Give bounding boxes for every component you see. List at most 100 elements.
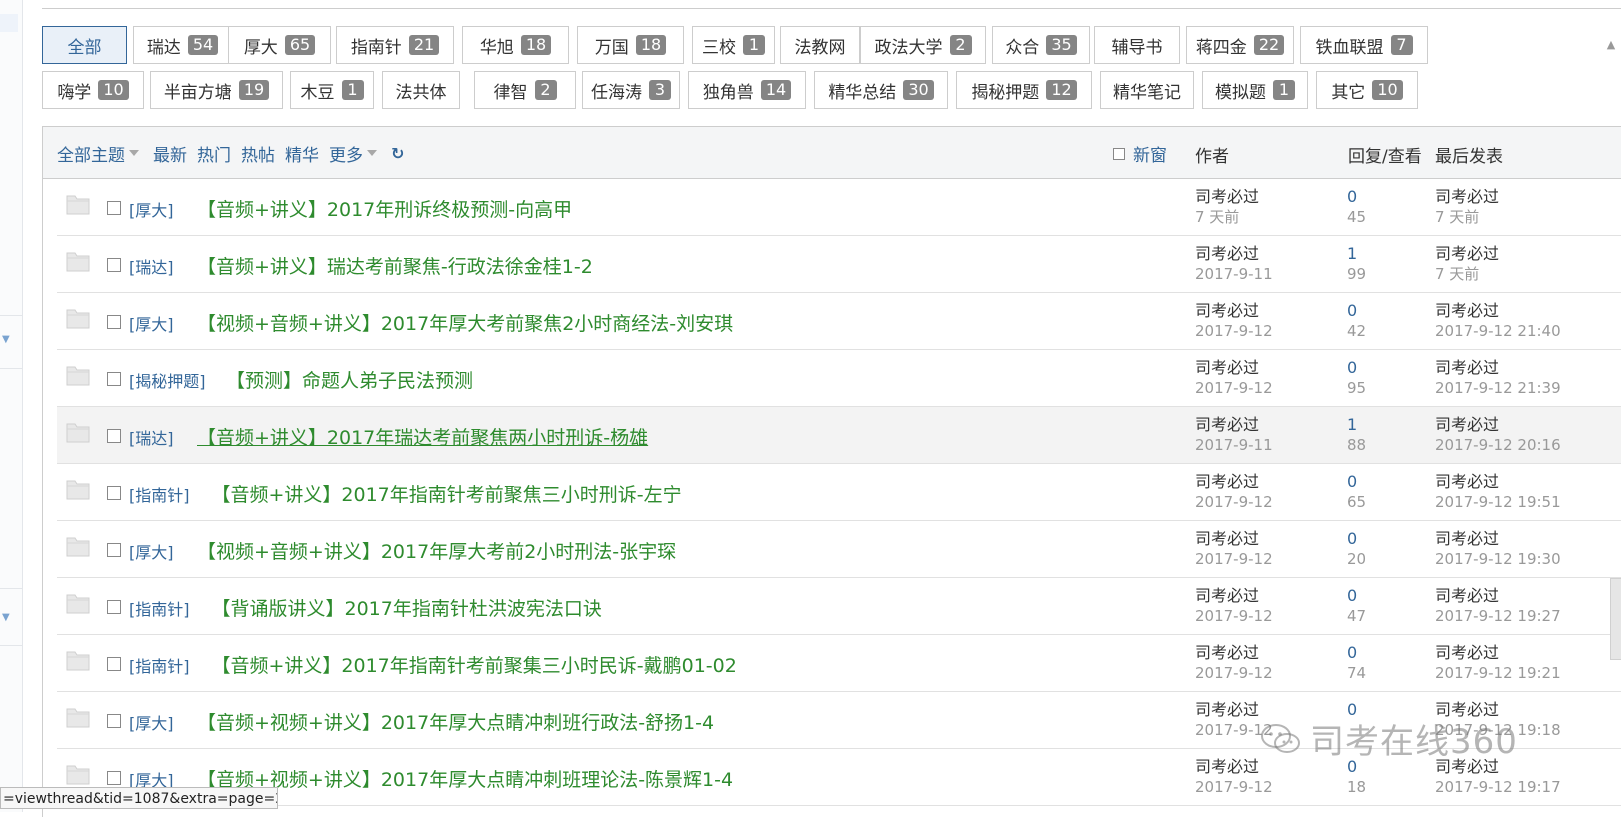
thread-select-checkbox[interactable] — [107, 315, 121, 329]
filter-tag[interactable]: 半亩方塘 19 — [150, 71, 283, 109]
filter-tag[interactable]: 模拟题 1 — [1202, 71, 1308, 109]
last-poster-link[interactable]: 司考必过 — [1435, 643, 1499, 662]
filter-tag[interactable]: 政法大学 2 — [860, 26, 986, 64]
thread-category-link[interactable]: [瑞达] — [129, 425, 174, 449]
thread-row[interactable]: [厚大] 【音频+讲义】2017年刑诉终极预测-向高甲 司考必过 7 天前 0 45 司考必… — [57, 179, 1621, 236]
scroll-up-icon[interactable]: ▲ — [1601, 38, 1621, 51]
reply-count-link[interactable]: 0 — [1347, 586, 1366, 606]
new-window-toggle[interactable]: 新窗 — [1113, 141, 1167, 166]
thread-category-link[interactable]: [指南针] — [129, 482, 190, 506]
last-poster-link[interactable]: 司考必过 — [1435, 415, 1499, 434]
thread-row[interactable]: [厚大] 【视频+音频+讲义】2017年厚大考前2小时刑法-张宇琛 司考必过 2017… — [57, 521, 1621, 578]
folder-icon[interactable] — [65, 362, 91, 388]
folder-icon[interactable] — [65, 305, 91, 331]
thread-select-checkbox[interactable] — [107, 372, 121, 386]
author-name-link[interactable]: 司考必过 — [1195, 586, 1259, 605]
last-post-time[interactable]: 2017-9-12 19:17 — [1435, 777, 1561, 797]
author-name-link[interactable]: 司考必过 — [1195, 415, 1259, 434]
scrollbar-thumb[interactable] — [1610, 578, 1621, 660]
filter-tag[interactable]: 揭秘押题 12 — [956, 71, 1092, 109]
folder-icon[interactable] — [65, 248, 91, 274]
author-name-link[interactable]: 司考必过 — [1195, 757, 1259, 776]
thread-title-link[interactable]: 【音频+讲义】2017年指南针考前聚焦三小时刑诉-左宁 — [212, 480, 682, 507]
thread-title-link[interactable]: 【音频+讲义】2017年瑞达考前聚焦两小时刑诉-杨雄 — [197, 423, 648, 450]
last-post-time[interactable]: 2017-9-12 19:27 — [1435, 606, 1561, 626]
new-window-checkbox[interactable] — [1113, 147, 1125, 160]
filter-tag[interactable]: 木豆 1 — [290, 71, 374, 109]
folder-icon[interactable] — [65, 761, 91, 787]
last-post-time[interactable]: 7 天前 — [1435, 264, 1499, 284]
thread-category-link[interactable]: [厚大] — [129, 197, 174, 221]
folder-icon[interactable] — [65, 590, 91, 616]
thread-select-checkbox[interactable] — [107, 714, 121, 728]
thread-row[interactable]: [瑞达] 【音频+讲义】瑞达考前聚焦-行政法徐金桂1-2 司考必过 2017-9-11… — [57, 236, 1621, 293]
thread-row[interactable]: [指南针] 【音频+讲义】2017年指南针考前聚集三小时民诉-戴鹏01-02 司考必… — [57, 635, 1621, 692]
thread-category-link[interactable]: [指南针] — [129, 596, 190, 620]
thread-title-link[interactable]: 【音频+讲义】2017年刑诉终极预测-向高甲 — [197, 195, 572, 222]
reply-count-link[interactable]: 1 — [1347, 415, 1366, 435]
filter-tag[interactable]: 全部 — [42, 26, 127, 64]
chevron-down-icon[interactable] — [129, 149, 139, 156]
thread-category-link[interactable]: [揭秘押题] — [129, 368, 206, 392]
thread-title-link[interactable]: 【背诵版讲义】2017年指南针杜洪波宪法口诀 — [212, 594, 602, 621]
reply-count-link[interactable]: 0 — [1347, 472, 1366, 492]
thread-title-link[interactable]: 【音频+视频+讲义】2017年厚大点睛冲刺班行政法-舒扬1-4 — [197, 708, 714, 735]
filter-tag[interactable]: 律智 2 — [474, 71, 576, 109]
sort-hot-link[interactable]: 热门 — [197, 141, 231, 166]
filter-tag[interactable]: 指南针 21 — [336, 26, 454, 64]
filter-tag[interactable]: 三校 1 — [692, 26, 775, 64]
author-name-link[interactable]: 司考必过 — [1195, 529, 1259, 548]
filter-tag[interactable]: 精华笔记 — [1100, 71, 1194, 109]
folder-icon[interactable] — [65, 704, 91, 730]
last-post-time[interactable]: 2017-9-12 19:51 — [1435, 492, 1561, 512]
last-post-time[interactable]: 7 天前 — [1435, 207, 1499, 227]
author-name-link[interactable]: 司考必过 — [1195, 187, 1259, 206]
folder-icon[interactable] — [65, 533, 91, 559]
thread-title-link[interactable]: 【音频+讲义】2017年指南针考前聚集三小时民诉-戴鹏01-02 — [212, 651, 737, 678]
thread-select-checkbox[interactable] — [107, 429, 121, 443]
thread-select-checkbox[interactable] — [107, 486, 121, 500]
reply-count-link[interactable]: 1 — [1347, 244, 1366, 264]
thread-select-checkbox[interactable] — [107, 657, 121, 671]
thread-select-checkbox[interactable] — [107, 258, 121, 272]
thread-title-link[interactable]: 【预测】命题人弟子民法预测 — [226, 366, 473, 393]
filter-tag[interactable]: 任海涛 3 — [582, 71, 680, 109]
last-post-time[interactable]: 2017-9-12 21:40 — [1435, 321, 1561, 341]
thread-title-link[interactable]: 【音频+讲义】瑞达考前聚焦-行政法徐金桂1-2 — [197, 252, 593, 279]
thread-select-checkbox[interactable] — [107, 600, 121, 614]
last-poster-link[interactable]: 司考必过 — [1435, 358, 1499, 377]
filter-tag[interactable]: 其它 10 — [1316, 71, 1418, 109]
chevron-down-icon[interactable]: ▼ — [2, 334, 10, 345]
last-poster-link[interactable]: 司考必过 — [1435, 187, 1499, 206]
author-name-link[interactable]: 司考必过 — [1195, 700, 1259, 719]
thread-select-checkbox[interactable] — [107, 771, 121, 785]
filter-tag[interactable]: 万国 18 — [577, 26, 684, 64]
filter-tag[interactable]: 瑞达 54 — [133, 26, 232, 64]
folder-icon[interactable] — [65, 419, 91, 445]
filter-tag[interactable]: 嗨学 10 — [42, 71, 144, 109]
filter-tag[interactable]: 辅导书 — [1094, 26, 1180, 64]
thread-row[interactable]: [厚大] 【视频+音频+讲义】2017年厚大考前聚焦2小时商经法-刘安琪 司考必过 2… — [57, 293, 1621, 350]
thread-title-link[interactable]: 【视频+音频+讲义】2017年厚大考前聚焦2小时商经法-刘安琪 — [197, 309, 733, 336]
all-topics-dropdown[interactable]: 全部主题 — [57, 141, 125, 166]
author-name-link[interactable]: 司考必过 — [1195, 301, 1259, 320]
last-poster-link[interactable]: 司考必过 — [1435, 529, 1499, 548]
more-dropdown[interactable]: 更多 — [329, 141, 363, 166]
last-post-time[interactable]: 2017-9-12 21:39 — [1435, 378, 1561, 398]
chevron-down-icon[interactable]: ▼ — [2, 612, 10, 623]
folder-icon[interactable] — [65, 476, 91, 502]
last-poster-link[interactable]: 司考必过 — [1435, 586, 1499, 605]
filter-tag[interactable]: 独角兽 14 — [688, 71, 806, 109]
filter-tag[interactable]: 精华总结 30 — [814, 71, 948, 109]
filter-tag[interactable]: 华旭 18 — [462, 26, 569, 64]
chevron-down-icon[interactable] — [367, 149, 377, 156]
author-name-link[interactable]: 司考必过 — [1195, 643, 1259, 662]
folder-icon[interactable] — [65, 647, 91, 673]
author-name-link[interactable]: 司考必过 — [1195, 472, 1259, 491]
sort-digest-link[interactable]: 精华 — [285, 141, 319, 166]
thread-select-checkbox[interactable] — [107, 201, 121, 215]
last-poster-link[interactable]: 司考必过 — [1435, 244, 1499, 263]
filter-tag[interactable]: 厚大 65 — [228, 26, 331, 64]
reply-count-link[interactable]: 0 — [1347, 301, 1366, 321]
last-poster-link[interactable]: 司考必过 — [1435, 472, 1499, 491]
